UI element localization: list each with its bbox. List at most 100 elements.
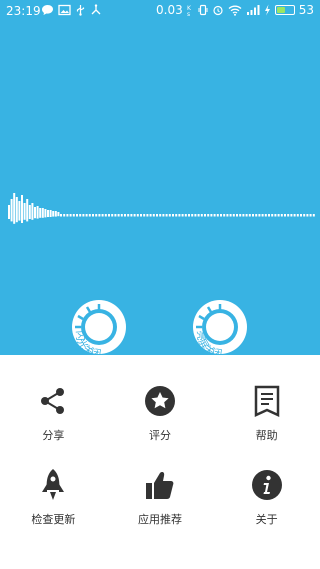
waveform-dot	[226, 214, 229, 217]
waveform-dot	[300, 214, 302, 217]
waveform-dot	[191, 214, 194, 217]
waveform-dot	[232, 214, 235, 217]
help-label: 帮助	[255, 429, 278, 442]
waveform-dot	[184, 214, 187, 217]
waveform-dot	[223, 214, 226, 217]
vibrate-icon	[198, 4, 208, 16]
waveform-dot	[92, 214, 94, 217]
waveform-dot	[264, 214, 267, 217]
svg-text:亮屏关闭: 亮屏关闭	[194, 330, 223, 355]
waveform-dot	[69, 214, 72, 217]
waveform-dot	[236, 214, 238, 217]
waveform-bar	[44, 209, 47, 218]
sound-waveform	[8, 193, 315, 224]
waveform-dot	[306, 214, 309, 217]
help-button[interactable]: 帮助	[213, 385, 320, 443]
status-right: 0.03 Ks 53	[156, 3, 314, 17]
waveform-dot	[60, 214, 62, 217]
rocket-icon	[37, 469, 69, 501]
waveform-dot	[290, 214, 293, 217]
waveform-dot	[252, 214, 254, 217]
waveform-dot	[76, 214, 78, 217]
waveform-dot	[293, 214, 296, 217]
flash-dial[interactable]: 闪光关闭	[70, 298, 128, 355]
status-bar: 23:19 0.03 Ks 53	[0, 0, 320, 22]
app-recommend-button[interactable]: 应用推荐	[107, 469, 214, 527]
info-icon	[251, 469, 283, 501]
waveform-dot	[194, 214, 197, 217]
waveform-bar	[52, 211, 55, 217]
waveform-dot	[277, 214, 280, 217]
waveform-dot	[248, 214, 251, 217]
waveform-dot	[178, 214, 181, 217]
waveform-dot	[280, 214, 283, 217]
check-update-button[interactable]: 检查更新	[0, 469, 107, 527]
waveform-dot	[124, 214, 126, 217]
waveform-dot	[117, 214, 120, 217]
waveform-bar	[36, 206, 39, 219]
waveform-dot	[101, 214, 104, 217]
waveform-dot	[111, 214, 114, 217]
thumbs-up-icon	[144, 469, 176, 501]
waveform-dot	[188, 214, 190, 217]
share-icon	[37, 385, 69, 417]
waveform-dot	[143, 214, 146, 217]
speed-unit-icon: Ks	[187, 5, 192, 16]
waveform-dot	[152, 214, 155, 217]
book-icon	[251, 385, 283, 417]
waveform-dot	[168, 214, 171, 217]
waveform-dot	[63, 214, 66, 217]
waveform-dot	[284, 214, 286, 217]
alarm-icon	[213, 5, 223, 16]
waveform-dot	[127, 214, 130, 217]
waveform-dot	[149, 214, 152, 217]
battery-icon	[274, 5, 295, 15]
net-speed: 0.03	[156, 3, 183, 17]
waveform-dot	[88, 214, 91, 217]
waveform-dot	[146, 214, 149, 217]
status-time: 23:19	[6, 4, 41, 18]
flash-dial-label: 闪光关闭	[73, 330, 102, 355]
waveform-bar	[15, 197, 18, 223]
svg-text:闪光关闭: 闪光关闭	[73, 330, 102, 355]
waveform-dot	[204, 214, 206, 217]
waveform-dot	[245, 214, 248, 217]
waveform-dot	[258, 214, 261, 217]
menu-grid: 分享 评分 帮助 检查更新 应用推荐 关于	[0, 385, 320, 527]
star-icon	[144, 385, 176, 417]
charging-icon	[264, 4, 270, 16]
waveform-dot	[140, 214, 142, 217]
waveform-dot	[303, 214, 306, 217]
waveform-bar	[49, 210, 52, 217]
rate-button[interactable]: 评分	[107, 385, 214, 443]
about-button[interactable]: 关于	[213, 469, 320, 527]
waveform-dot	[261, 214, 264, 217]
waveform-bar	[13, 193, 16, 224]
waveform-dot	[114, 214, 117, 217]
waveform-bar	[41, 208, 44, 218]
fork-icon	[91, 4, 101, 15]
app-recommend-label: 应用推荐	[137, 513, 182, 526]
waveform-dot	[255, 214, 258, 217]
usb-icon	[76, 5, 85, 16]
svg-text:s: s	[187, 11, 190, 16]
waveform-bar	[10, 199, 13, 222]
waveform-dot	[95, 214, 98, 217]
waveform-dot	[72, 214, 75, 217]
waveform-bar	[18, 201, 21, 221]
waveform-dot	[130, 214, 133, 217]
waveform-bar	[28, 205, 31, 219]
signal-icon	[246, 5, 260, 15]
waveform-bar	[8, 205, 10, 219]
main-panel: 23:19 0.03 Ks 53 闪光关闭 亮屏关闭	[0, 0, 320, 355]
waveform-dot	[85, 214, 88, 217]
screen-dial[interactable]: 亮屏关闭	[191, 298, 249, 355]
waveform-bar	[26, 199, 29, 222]
waveform-dot	[268, 214, 270, 217]
screen-dial-label-ring: 亮屏关闭	[194, 330, 223, 355]
share-button[interactable]: 分享	[0, 385, 107, 443]
waveform-dot	[271, 214, 274, 217]
waveform-dot	[120, 214, 123, 217]
share-label: 分享	[42, 429, 65, 442]
waveform-bar	[34, 207, 36, 219]
